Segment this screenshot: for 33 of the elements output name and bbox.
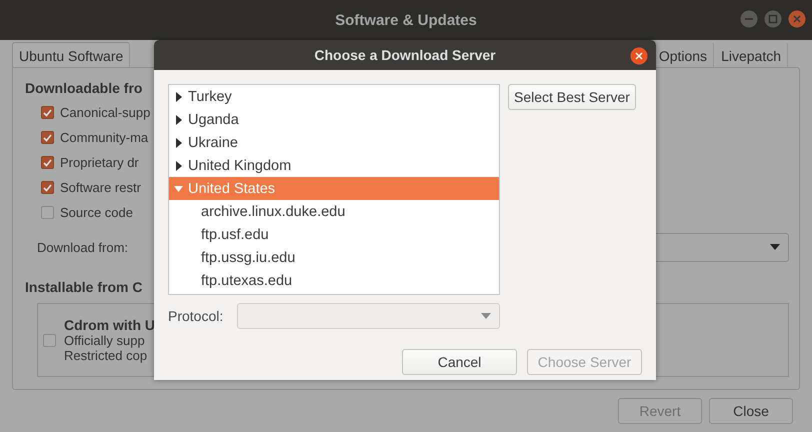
tab[interactable]: Livepatch: [714, 42, 788, 68]
section-heading: Installable from C: [25, 279, 142, 295]
checkbox-label: Proprietary dr: [60, 155, 139, 170]
caret-right-icon[interactable]: [174, 160, 183, 170]
section-heading: Downloadable fro: [25, 80, 142, 96]
checkbox[interactable]: [43, 334, 56, 346]
download-from-label: Download from:: [37, 240, 128, 254]
caret-right-icon[interactable]: [174, 92, 183, 102]
protocol-label: Protocol:: [168, 308, 224, 324]
checkbox[interactable]: [41, 106, 54, 119]
checkbox-label: Software restr: [60, 180, 141, 195]
checkbox-label: Source code: [60, 205, 133, 220]
checkbox[interactable]: [41, 181, 54, 194]
caret-down-icon[interactable]: [174, 184, 183, 194]
dropdown-arrow-icon: [770, 244, 780, 250]
cdrom-description: Officially supp: [64, 333, 146, 348]
checkbox[interactable]: [41, 131, 54, 144]
close-icon[interactable]: [630, 47, 648, 65]
checkbox[interactable]: [41, 206, 54, 219]
dropdown-arrow-icon: [481, 313, 491, 319]
caret-right-icon[interactable]: [174, 114, 183, 124]
select-best-server-button[interactable]: Select Best Server: [508, 84, 636, 110]
dialog-title: Choose a Download Server: [314, 47, 496, 63]
checkbox-label: Canonical-supp: [60, 105, 150, 120]
checkbox-label: Community-ma: [60, 130, 148, 145]
tab[interactable]: Ubuntu Software: [12, 42, 130, 68]
caret-right-icon[interactable]: [174, 138, 183, 148]
window-button[interactable]: Close: [709, 398, 793, 424]
cdrom-title: Cdrom with U: [64, 317, 155, 333]
checkbox[interactable]: [41, 156, 54, 169]
cdrom-description: Restricted cop: [64, 348, 148, 363]
window-title: Software & Updates: [335, 12, 477, 28]
dialog-button[interactable]: Cancel: [402, 349, 517, 375]
